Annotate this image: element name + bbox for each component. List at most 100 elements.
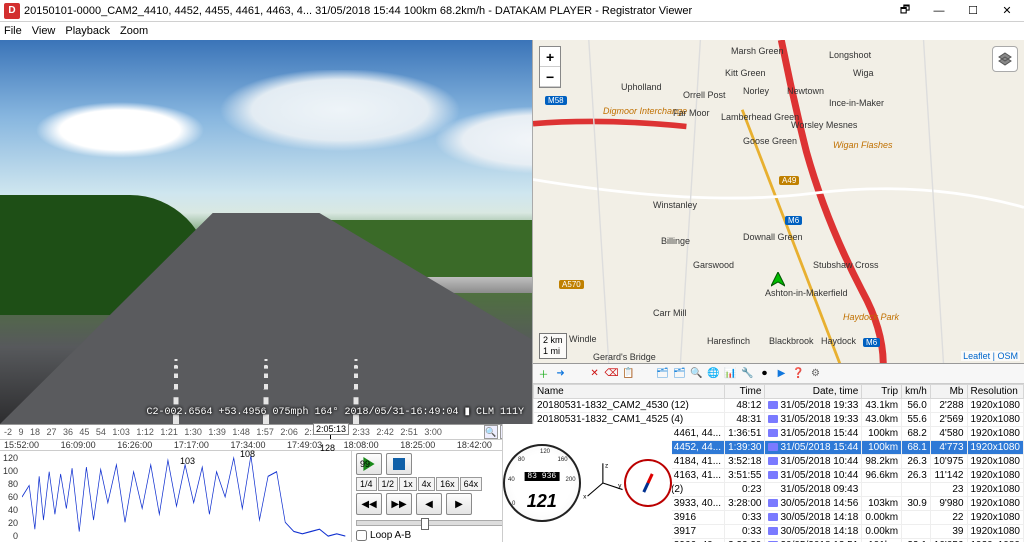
toolbar-icon[interactable]: ⌫: [604, 366, 619, 381]
timeline-tick: 2:33: [352, 427, 370, 437]
table-row[interactable]: 20180531-1832_CAM2_4530 (12)48:1231/05/2…: [534, 399, 1024, 413]
video-overlay-text: C2-002.6564 +53.4956 075mph 164° 2018/05…: [146, 406, 524, 418]
speed-button[interactable]: 1/2: [378, 477, 399, 491]
table-cell: 1920x1080: [967, 511, 1024, 525]
seek-back-button[interactable]: ◀: [416, 493, 442, 515]
yaxis-tick: 80: [2, 479, 18, 489]
table-cell: 4'580: [930, 427, 967, 441]
speed-button[interactable]: 16x: [436, 477, 459, 491]
table-header[interactable]: Name: [534, 385, 725, 399]
toolbar-icon[interactable]: ✕: [587, 366, 602, 381]
table-cell: 43.0km: [862, 413, 902, 427]
table-header[interactable]: Mb: [930, 385, 967, 399]
prev-frame-button[interactable]: ◀◀: [356, 493, 382, 515]
table-header[interactable]: km/h: [902, 385, 931, 399]
table-cell: 1920x1080: [967, 455, 1024, 469]
toolbar-icon[interactable]: [638, 366, 653, 381]
yaxis-tick: 40: [2, 505, 18, 515]
toolbar-icon[interactable]: [570, 366, 585, 381]
map-zoom-in[interactable]: +: [540, 47, 560, 67]
table-cell: 1920x1080: [967, 483, 1024, 497]
table-header[interactable]: Date, time: [765, 385, 862, 399]
toolbar-icon[interactable]: 🗂: [672, 366, 687, 381]
table-cell: 10'056: [930, 539, 967, 542]
map-place-label: Orrell Post: [683, 90, 726, 100]
table-cell: 26.3: [902, 455, 931, 469]
toolbar-icon[interactable]: 🗂: [655, 366, 670, 381]
timeline-tick: 18:25:00: [400, 440, 435, 450]
menu-playback[interactable]: Playback: [65, 25, 110, 37]
video-viewport[interactable]: C2-002.6564 +53.4956 075mph 164° 2018/05…: [0, 40, 532, 424]
loop-ab-checkbox[interactable]: [356, 530, 367, 541]
toolbar-icon[interactable]: ⚙: [808, 366, 823, 381]
seek-slider[interactable]: [356, 520, 517, 526]
map-place-label: Gerard's Bridge: [593, 352, 656, 362]
map-attribution: Leaflet | OSM: [961, 351, 1020, 361]
speed-button[interactable]: 64x: [460, 477, 483, 491]
table-cell: 20180531-1832_CAM2_4530 (12): [534, 399, 725, 413]
toolbar-icon[interactable]: 📊: [723, 366, 738, 381]
map-place-label: Windle: [569, 334, 597, 344]
maximize-button[interactable]: ☐: [956, 0, 990, 22]
table-cell: 30/05/2018 14:56: [765, 497, 862, 511]
table-header[interactable]: Trip: [862, 385, 902, 399]
table-cell: 31/05/2018 15:44: [765, 427, 862, 441]
timeline-tick: 2:51: [400, 427, 418, 437]
table-cell: 1920x1080: [967, 539, 1024, 542]
toolbar-icon[interactable]: ➜: [553, 366, 568, 381]
compass: [624, 459, 672, 507]
table-cell: 31/05/2018 09:43: [765, 483, 862, 497]
menu-view[interactable]: View: [32, 25, 56, 37]
map-zoom-out[interactable]: −: [540, 67, 560, 87]
table-header[interactable]: Resolution: [967, 385, 1024, 399]
gauge-cluster: 040 80120 160200 83 936 121 zyx: [502, 424, 672, 542]
toolbar-icon[interactable]: 🔍: [689, 366, 704, 381]
table-cell: 3:52:18: [725, 455, 765, 469]
timeline-tick: 1:30: [184, 427, 202, 437]
map-place-label: Ashton-in-Makerfield: [765, 288, 848, 298]
toolbar-icon[interactable]: ❓: [791, 366, 806, 381]
table-cell: 1920x1080: [967, 525, 1024, 539]
map-layers-icon[interactable]: [992, 46, 1018, 72]
menu-zoom[interactable]: Zoom: [120, 25, 148, 37]
speed-button[interactable]: 1/4: [356, 477, 377, 491]
table-header[interactable]: Time: [725, 385, 765, 399]
map-viewport[interactable]: Marsh GreenLongshootKitt GreenWigaUpholl…: [533, 40, 1024, 364]
next-frame-button[interactable]: ▶▶: [386, 493, 412, 515]
menu-file[interactable]: File: [4, 25, 22, 37]
timeline-zoom-in-icon[interactable]: 🔍: [484, 425, 498, 439]
speed-button[interactable]: 4x: [418, 477, 436, 491]
toolbar-icon[interactable]: ▶: [774, 366, 789, 381]
table-cell: 30/05/2018 14:18: [765, 525, 862, 539]
speed-graph[interactable]: 120100806040200 10310812899: [0, 451, 352, 542]
table-cell: [862, 483, 902, 497]
timeline-cursor[interactable]: [330, 425, 331, 439]
stop-button[interactable]: [386, 453, 412, 475]
sky: [0, 70, 532, 210]
toolbar-icon[interactable]: 🌐: [706, 366, 721, 381]
toolbar-icon[interactable]: 🔧: [740, 366, 755, 381]
toolbar-icon[interactable]: 📋: [621, 366, 636, 381]
toolbar-icon[interactable]: ⏺: [757, 366, 772, 381]
map-place-label: Marsh Green: [731, 46, 784, 56]
slider-thumb[interactable]: [421, 518, 429, 530]
table-cell: 2'288: [930, 399, 967, 413]
map-place-label: Goose Green: [743, 136, 797, 146]
toolbar-icon[interactable]: ＋: [536, 366, 551, 381]
timeline-tick: 9: [18, 427, 23, 437]
map-place-label: Stubshaw Cross: [813, 260, 879, 270]
speed-button[interactable]: 1x: [399, 477, 417, 491]
table-cell: 0.00km: [862, 525, 902, 539]
restore-down-aux-button[interactable]: 🗗: [888, 0, 922, 22]
table-cell: 39: [930, 525, 967, 539]
timeline-major[interactable]: 15:52:0016:09:0016:26:0017:17:0017:34:00…: [0, 440, 532, 451]
close-button[interactable]: ✕: [990, 0, 1024, 22]
table-cell: 2'569: [930, 413, 967, 427]
minimize-button[interactable]: —: [922, 0, 956, 22]
timeline-minor[interactable]: -2918273645541:031:121:211:301:391:481:5…: [0, 425, 532, 440]
map-road-shield: A570: [559, 280, 584, 289]
map-place-label: Lamberhead Green: [721, 112, 799, 122]
seek-fwd-button[interactable]: ▶: [446, 493, 472, 515]
table-cell: 0:33: [725, 525, 765, 539]
map-road-shield: A49: [779, 176, 799, 185]
